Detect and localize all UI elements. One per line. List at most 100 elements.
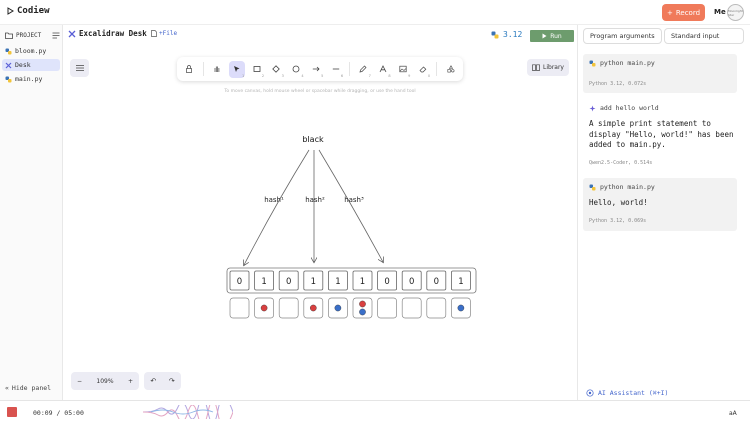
text-icon <box>379 65 387 73</box>
ai-assistant-label: AI Assistant (⌘+I) <box>598 389 669 397</box>
cursor-icon <box>233 66 240 72</box>
hash-ball <box>260 304 268 312</box>
tool-shortcut: 5 <box>321 73 324 78</box>
hand-icon <box>214 66 220 72</box>
audio-waveform <box>143 405 233 419</box>
library-label: Library <box>543 64 564 71</box>
tool-extra[interactable] <box>442 61 459 78</box>
tool-shortcut: 8 <box>388 73 391 78</box>
bit-value: 1 <box>261 277 266 287</box>
toolbar-divider <box>436 62 438 76</box>
ellipse-icon <box>292 65 300 73</box>
hash-ball <box>359 300 366 308</box>
bit-value: 0 <box>434 277 439 287</box>
drawing-toolbar: 1 2 3 4 5 6 7 8 9 0 <box>177 57 463 81</box>
font-size-button[interactable]: aA <box>729 410 737 417</box>
zoom-control: − 109% + <box>71 372 139 390</box>
eraser-icon <box>419 66 427 73</box>
assistant-icon <box>586 389 594 397</box>
python-icon <box>589 60 596 66</box>
sparkle-icon <box>589 105 596 111</box>
tool-line[interactable]: 6 <box>327 61 344 78</box>
run-command: python main.py <box>589 59 655 67</box>
run-output-card-2: python main.py Hello, world! Python 3.12… <box>583 178 737 231</box>
hash-label-3: hash³ <box>344 196 364 204</box>
tool-text[interactable]: 8 <box>375 61 392 78</box>
hash-ball <box>309 304 317 312</box>
redo-icon[interactable]: ↷ <box>169 377 175 385</box>
pencil-icon <box>359 65 367 73</box>
bucket-cell <box>426 297 447 319</box>
zoom-in-button[interactable]: + <box>128 378 133 385</box>
hash-label-2: hash² <box>305 196 325 204</box>
hash-ball <box>359 308 366 316</box>
tool-hand[interactable] <box>209 61 226 78</box>
library-button[interactable]: Library <box>527 59 569 76</box>
bit-value: 1 <box>360 277 365 287</box>
tool-select[interactable]: 1 <box>228 60 246 78</box>
bit-value: 0 <box>286 277 291 287</box>
tool-shortcut: 0 <box>427 73 431 78</box>
hash-label-1: hash¹ <box>264 196 284 204</box>
shapes-icon <box>447 65 454 73</box>
hash-ball <box>334 304 342 312</box>
lock-icon <box>186 65 193 73</box>
tool-rectangle[interactable]: 2 <box>248 61 265 78</box>
tab-standard-input[interactable]: Standard input <box>664 28 744 44</box>
assistant-message-title: add hello world <box>589 104 659 112</box>
tool-shortcut: 4 <box>301 73 304 78</box>
hash-ball <box>457 304 465 312</box>
undo-icon[interactable]: ↶ <box>150 377 156 385</box>
bit-value: 1 <box>335 277 340 287</box>
image-icon <box>399 65 407 73</box>
tool-diamond[interactable]: 3 <box>268 61 285 78</box>
recording-bar: 00:09 / 05:00 aA <box>0 400 750 423</box>
bit-value: 0 <box>237 277 242 287</box>
recording-timer: 00:09 / 05:00 <box>33 409 84 417</box>
main-menu-button[interactable] <box>70 59 89 77</box>
tool-arrow[interactable]: 5 <box>308 61 325 78</box>
canvas-hint: To move canvas, hold mouse wheel or spac… <box>224 89 416 94</box>
bucket-cell <box>229 297 250 319</box>
bit-value: 0 <box>384 277 389 287</box>
message-title-text: add hello world <box>600 104 659 112</box>
tab-program-arguments[interactable]: Program arguments <box>583 28 662 44</box>
python-icon <box>589 184 596 190</box>
bucket-cell <box>377 297 397 319</box>
book-icon <box>532 64 540 71</box>
root-label: black <box>302 135 324 144</box>
arrow-left <box>244 149 310 265</box>
ai-assistant-button[interactable]: AI Assistant (⌘+I) <box>586 389 668 397</box>
hamburger-icon <box>75 65 84 71</box>
tool-pencil[interactable]: 7 <box>355 61 372 78</box>
assistant-message-meta: Qwen2.5-Coder, 0.514s <box>589 160 653 166</box>
run-command-text: python main.py <box>600 183 655 191</box>
toolbar-divider <box>202 62 204 76</box>
zoom-level[interactable]: 109% <box>96 378 113 385</box>
run-meta: Python 3.12, 0.072s <box>589 81 647 87</box>
tool-shortcut: 9 <box>408 73 411 78</box>
tool-lock[interactable] <box>181 61 198 78</box>
tool-shortcut: 6 <box>340 73 344 78</box>
zoom-out-button[interactable]: − <box>77 378 82 385</box>
run-output-card-1: python main.py Python 3.12, 0.072s <box>583 54 737 93</box>
arrow-icon <box>312 66 320 72</box>
run-meta: Python 3.12, 0.069s <box>589 218 647 224</box>
run-command: python main.py <box>589 183 655 191</box>
run-output-text: Hello, world! <box>589 198 648 207</box>
tool-shortcut: 1 <box>242 73 245 78</box>
bit-value: 0 <box>409 277 414 287</box>
stop-recording-button[interactable] <box>7 407 17 417</box>
bucket-cell <box>278 297 299 319</box>
run-command-text: python main.py <box>600 59 655 67</box>
tool-image[interactable]: 9 <box>395 61 412 78</box>
rectangle-icon <box>253 66 261 72</box>
undo-redo-control: ↶ ↷ <box>144 372 181 390</box>
diamond-icon <box>272 65 281 73</box>
bit-value: 1 <box>458 277 463 287</box>
toolbar-divider <box>349 62 351 76</box>
tool-eraser[interactable]: 0 <box>414 61 431 78</box>
arrow-right <box>318 149 383 262</box>
tool-ellipse[interactable]: 4 <box>288 61 305 78</box>
bit-value: 1 <box>311 277 316 287</box>
